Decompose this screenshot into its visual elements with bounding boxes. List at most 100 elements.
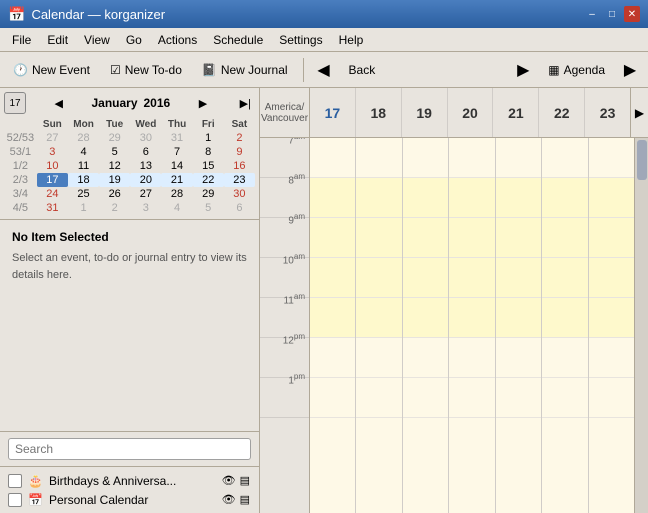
scrollbar[interactable]	[634, 138, 648, 513]
day-cell[interactable]	[496, 218, 541, 258]
birthdays-eye-button[interactable]: 👁	[221, 473, 237, 488]
menu-go[interactable]: Go	[118, 31, 150, 49]
mini-cal-day[interactable]: 27	[37, 131, 68, 145]
day-cell[interactable]	[542, 178, 587, 218]
menu-actions[interactable]: Actions	[150, 31, 205, 49]
minimize-button[interactable]: –	[584, 6, 600, 22]
day-cell[interactable]	[449, 378, 494, 418]
day-cell[interactable]	[589, 378, 634, 418]
mini-cal-day[interactable]: 1	[68, 201, 99, 215]
day-cell[interactable]	[449, 298, 494, 338]
mini-cal-day[interactable]: 12	[99, 159, 130, 173]
day-cell[interactable]	[496, 298, 541, 338]
mini-cal-day[interactable]: 29	[193, 187, 224, 201]
mini-cal-day[interactable]: 10	[37, 159, 68, 173]
mini-cal-day[interactable]: 3	[37, 145, 68, 159]
day-cell[interactable]	[589, 338, 634, 378]
mini-cal-day[interactable]: 1	[193, 131, 224, 145]
back-arrow-button[interactable]: ◀	[310, 56, 338, 84]
mini-cal-day[interactable]: 28	[68, 131, 99, 145]
mini-cal-day[interactable]: 11	[68, 159, 99, 173]
day-cell[interactable]	[356, 178, 401, 218]
day-cell[interactable]	[589, 178, 634, 218]
mini-cal-day[interactable]: 4	[161, 201, 192, 215]
forward-nav-button[interactable]: ▶	[509, 56, 537, 84]
day-cell[interactable]	[542, 378, 587, 418]
mini-cal-day[interactable]: 29	[99, 131, 130, 145]
day-cell[interactable]	[496, 178, 541, 218]
day-cell[interactable]	[449, 218, 494, 258]
mini-cal-day[interactable]: 16	[224, 159, 255, 173]
day-cell[interactable]	[589, 298, 634, 338]
mini-cal-day[interactable]: 5	[193, 201, 224, 215]
day-cell[interactable]	[310, 218, 355, 258]
day-cell[interactable]	[403, 258, 448, 298]
mini-cal-day[interactable]: 6	[130, 145, 161, 159]
mini-cal-day[interactable]: 2	[224, 131, 255, 145]
day-cell[interactable]	[310, 298, 355, 338]
menu-view[interactable]: View	[76, 31, 118, 49]
day-cell[interactable]	[310, 138, 355, 178]
personal-checkbox[interactable]	[8, 493, 22, 507]
mini-cal-day[interactable]: 24	[37, 187, 68, 201]
day-cell[interactable]	[403, 218, 448, 258]
mini-cal-day[interactable]: 5	[99, 145, 130, 159]
personal-menu-button[interactable]: ▤	[239, 492, 251, 507]
day-cell[interactable]	[356, 378, 401, 418]
next-nav-button[interactable]: ▶	[616, 56, 644, 84]
mini-cal-day[interactable]: 2	[99, 201, 130, 215]
mini-cal-day[interactable]: 7	[161, 145, 192, 159]
menu-edit[interactable]: Edit	[39, 31, 76, 49]
mini-cal-day[interactable]: 3	[130, 201, 161, 215]
close-button[interactable]: ✕	[624, 6, 640, 22]
menu-settings[interactable]: Settings	[271, 31, 330, 49]
mini-cal-day[interactable]: 21	[161, 173, 192, 187]
mini-cal-day[interactable]: 6	[224, 201, 255, 215]
day-cell[interactable]	[310, 178, 355, 218]
mini-cal-day[interactable]: 19	[99, 173, 130, 187]
day-cell[interactable]	[403, 378, 448, 418]
mini-cal-day[interactable]: 18	[68, 173, 99, 187]
day-cell[interactable]	[356, 138, 401, 178]
day-cell[interactable]	[542, 258, 587, 298]
day-cell[interactable]	[542, 138, 587, 178]
mini-cal-day[interactable]: 20	[130, 173, 161, 187]
week-scroll-right[interactable]: ▶	[630, 88, 648, 137]
mini-cal-day[interactable]: 4	[68, 145, 99, 159]
day-cell[interactable]	[403, 138, 448, 178]
day-cell[interactable]	[356, 338, 401, 378]
new-journal-button[interactable]: 📓 New Journal	[193, 59, 297, 81]
birthdays-checkbox[interactable]	[8, 474, 22, 488]
mini-cal-day[interactable]: 30	[224, 187, 255, 201]
day-cell[interactable]	[589, 138, 634, 178]
day-cell[interactable]	[310, 338, 355, 378]
mini-cal-day[interactable]: 17	[37, 173, 68, 187]
mini-cal-day[interactable]: 28	[161, 187, 192, 201]
scrollbar-thumb[interactable]	[637, 140, 647, 180]
day-cell[interactable]	[496, 258, 541, 298]
maximize-button[interactable]: □	[604, 6, 620, 22]
last-month-button[interactable]: ▶|	[236, 95, 255, 112]
mini-cal-day[interactable]: 31	[161, 131, 192, 145]
menu-schedule[interactable]: Schedule	[205, 31, 271, 49]
day-cell[interactable]	[449, 138, 494, 178]
menu-help[interactable]: Help	[331, 31, 372, 49]
mini-cal-day[interactable]: 15	[193, 159, 224, 173]
birthdays-menu-button[interactable]: ▤	[239, 473, 251, 488]
new-event-button[interactable]: 🕐 New Event	[4, 59, 99, 81]
day-cell[interactable]	[356, 298, 401, 338]
day-cell[interactable]	[449, 258, 494, 298]
mini-cal-day[interactable]: 23	[224, 173, 255, 187]
day-cell[interactable]	[403, 178, 448, 218]
day-cell[interactable]	[496, 378, 541, 418]
mini-cal-day[interactable]: 31	[37, 201, 68, 215]
mini-cal-day[interactable]: 22	[193, 173, 224, 187]
mini-cal-day[interactable]: 13	[130, 159, 161, 173]
day-cell[interactable]	[449, 178, 494, 218]
day-cell[interactable]	[542, 298, 587, 338]
day-cell[interactable]	[356, 218, 401, 258]
mini-cal-day[interactable]: 9	[224, 145, 255, 159]
mini-cal-day[interactable]: 14	[161, 159, 192, 173]
new-todo-button[interactable]: ☑ New To-do	[101, 59, 191, 81]
next-month-button[interactable]: ▶	[195, 95, 211, 112]
